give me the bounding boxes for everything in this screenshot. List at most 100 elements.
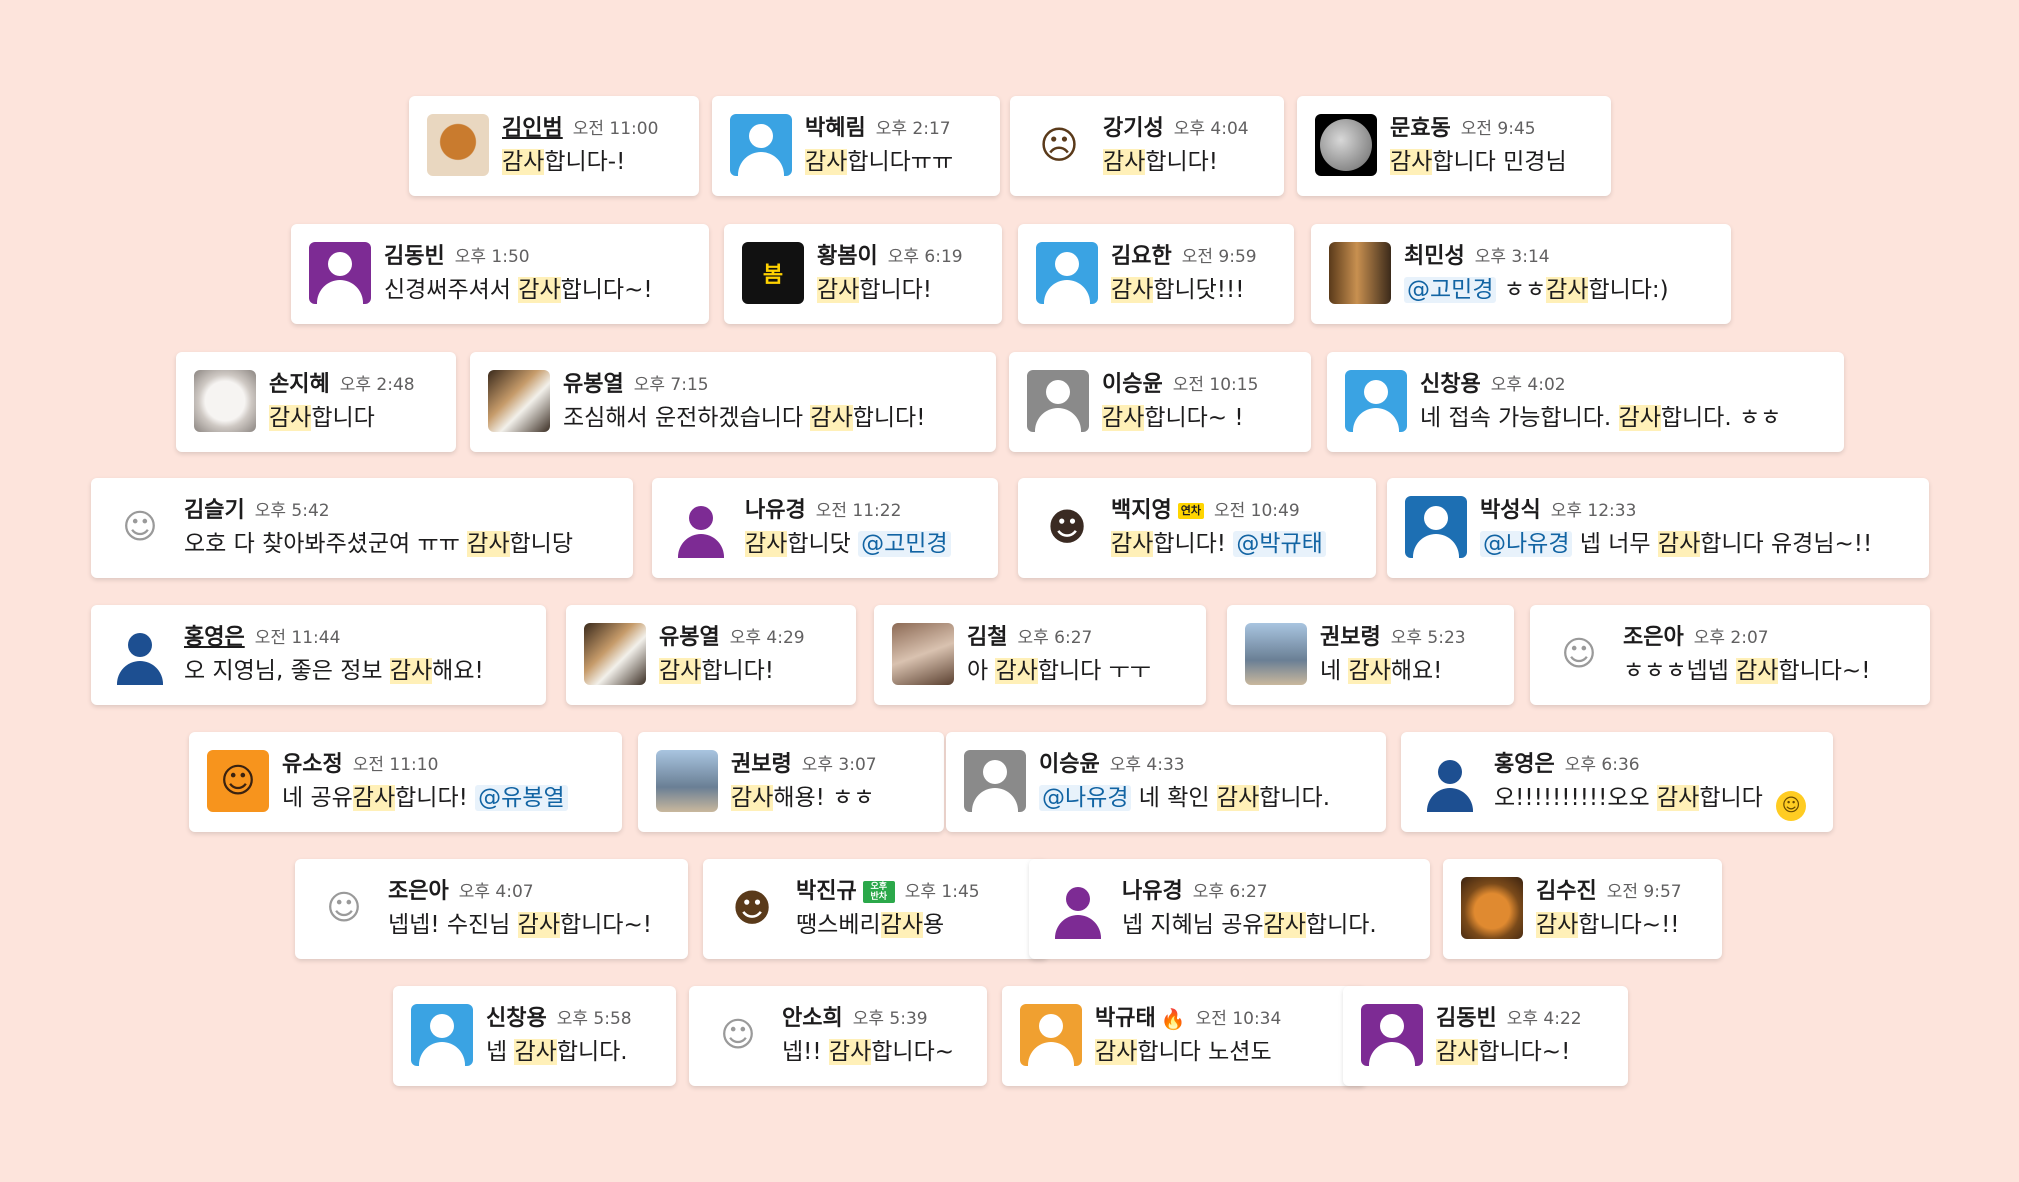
sender-name[interactable]: 유봉열: [659, 623, 720, 653]
message-card[interactable]: 김수진 오전 9:57 감사합니다~!!: [1443, 859, 1722, 959]
line-drawing-face-icon[interactable]: ☺: [1548, 623, 1610, 685]
message-card[interactable]: 김동빈 오후 4:22 감사합니다~!: [1343, 986, 1628, 1086]
sender-name[interactable]: 김요한: [1111, 242, 1172, 272]
message-card[interactable]: 이승윤 오후 4:33 @나유경 네 확인 감사합니다.: [946, 732, 1386, 832]
message-timestamp[interactable]: 오후 5:23: [1391, 623, 1466, 653]
moon-photo-icon[interactable]: [1315, 114, 1377, 176]
message-timestamp[interactable]: 오전 10:15: [1173, 370, 1259, 400]
message-card[interactable]: 나유경 오전 11:22 감사합니닷 @고민경: [652, 478, 998, 578]
message-timestamp[interactable]: 오후 4:33: [1110, 750, 1185, 780]
message-timestamp[interactable]: 오후 4:22: [1507, 1004, 1582, 1034]
sender-name[interactable]: 김인범: [502, 114, 563, 144]
message-card[interactable]: 신창용 오후 5:58 넵 감사합니다.: [393, 986, 676, 1086]
orange-cartoon-icon[interactable]: ☺: [207, 750, 269, 812]
dog-photo-icon[interactable]: [427, 114, 489, 176]
sender-name[interactable]: 이승윤: [1039, 750, 1100, 780]
message-timestamp[interactable]: 오전 10:49: [1214, 496, 1300, 526]
message-timestamp[interactable]: 오후 2:07: [1694, 623, 1769, 653]
cat-photo-icon[interactable]: [584, 623, 646, 685]
gray-user-icon[interactable]: [964, 750, 1026, 812]
cat-photo-icon[interactable]: [488, 370, 550, 432]
sender-name[interactable]: 나유경: [1122, 877, 1183, 907]
sender-name[interactable]: 홍영은: [1494, 750, 1555, 780]
sender-name[interactable]: 박혜림: [805, 114, 866, 144]
gray-user-icon[interactable]: [1027, 370, 1089, 432]
message-timestamp[interactable]: 오후 6:27: [1017, 623, 1092, 653]
default-user-icon[interactable]: [1345, 370, 1407, 432]
message-card[interactable]: 나유경 오후 6:27 넵 지혜님 공유감사합니다.: [1029, 859, 1430, 959]
message-card[interactable]: 유봉열 오후 7:15 조심해서 운전하겠습니다 감사합니다!: [470, 352, 996, 452]
people-photo-icon[interactable]: [892, 623, 954, 685]
navy-person-icon[interactable]: [1419, 750, 1481, 812]
blue-user-icon[interactable]: [1405, 496, 1467, 558]
message-timestamp[interactable]: 오전 10:34: [1196, 1004, 1282, 1034]
message-card[interactable]: ☺ 조은아 오후 4:07 넵넵! 수진님 감사합니다~!: [295, 859, 688, 959]
user-mention-link[interactable]: @나유경: [1480, 531, 1573, 557]
line-drawing-face-icon[interactable]: ☺: [313, 877, 375, 939]
dog-street-photo-icon[interactable]: [656, 750, 718, 812]
sender-name[interactable]: 안소희: [782, 1004, 843, 1034]
message-timestamp[interactable]: 오전 11:10: [353, 750, 439, 780]
message-timestamp[interactable]: 오후 1:50: [455, 242, 530, 272]
sender-name[interactable]: 박진규: [796, 877, 857, 907]
message-card[interactable]: ☹ 강기성 오후 4:04 감사합니다!: [1010, 96, 1284, 196]
message-card[interactable]: ☺ 조은아 오후 2:07 ㅎㅎㅎ넵넵 감사합니다~!: [1530, 605, 1930, 705]
message-card[interactable]: 신창용 오후 4:02 네 접속 가능합니다. 감사합니다. ㅎㅎ: [1327, 352, 1844, 452]
sender-name[interactable]: 백지영: [1111, 496, 1172, 526]
message-card[interactable]: 권보령 오후 5:23 네 감사해요!: [1227, 605, 1514, 705]
sender-name[interactable]: 조은아: [388, 877, 449, 907]
message-card[interactable]: 손지혜 오후 2:48 감사합니다: [176, 352, 456, 452]
message-timestamp[interactable]: 오후 5:58: [557, 1004, 632, 1034]
orange-user-icon[interactable]: [1020, 1004, 1082, 1066]
user-mention-link[interactable]: @나유경: [1039, 785, 1132, 811]
sender-name[interactable]: 박규태: [1095, 1004, 1156, 1034]
sender-name[interactable]: 이승윤: [1102, 370, 1163, 400]
message-timestamp[interactable]: 오후 4:04: [1174, 114, 1249, 144]
message-card[interactable]: ☺ 안소희 오후 5:39 넵!! 감사합니다~: [689, 986, 987, 1086]
sender-name[interactable]: 박성식: [1480, 496, 1541, 526]
message-timestamp[interactable]: 오후 1:45: [905, 877, 980, 907]
cartoon-girl-icon[interactable]: ☻: [1036, 496, 1098, 558]
message-timestamp[interactable]: 오전 9:57: [1607, 877, 1682, 907]
message-card[interactable]: 홍영은 오후 6:36 오!!!!!!!!!!오오 감사합니다 ☺: [1401, 732, 1833, 832]
sender-name[interactable]: 신창용: [1420, 370, 1481, 400]
message-timestamp[interactable]: 오후 6:19: [888, 242, 963, 272]
sender-name[interactable]: 김철: [967, 623, 1007, 653]
purple-user-icon[interactable]: [309, 242, 371, 304]
sender-name[interactable]: 신창용: [486, 1004, 547, 1034]
message-card[interactable]: 홍영은 오전 11:44 오 지영님, 좋은 정보 감사해요!: [91, 605, 546, 705]
message-card[interactable]: 김인범 오전 11:00 감사합니다-!: [409, 96, 699, 196]
fluffy-dog-photo-icon[interactable]: [194, 370, 256, 432]
message-card[interactable]: ☻ 박진규 오후 반차 오후 1:45 땡스베리감사용: [703, 859, 1048, 959]
message-timestamp[interactable]: 오후 6:27: [1193, 877, 1268, 907]
default-user-icon[interactable]: [1036, 242, 1098, 304]
user-mention-link[interactable]: @박규태: [1233, 531, 1326, 557]
message-card[interactable]: ☻ 백지영 연차 오전 10:49 감사합니다! @박규태: [1018, 478, 1376, 578]
message-card[interactable]: ☺ 김슬기 오후 5:42 오호 다 찾아봐주셨군여 ㅠㅠ 감사합니당: [91, 478, 633, 578]
sender-name[interactable]: 황봄이: [817, 242, 878, 272]
message-timestamp[interactable]: 오후 12:33: [1551, 496, 1637, 526]
message-card[interactable]: 김요한 오전 9:59 감사합니닷!!!: [1018, 224, 1294, 324]
sender-name[interactable]: 권보령: [731, 750, 792, 780]
message-timestamp[interactable]: 오후 3:14: [1475, 242, 1550, 272]
message-timestamp[interactable]: 오후 6:36: [1565, 750, 1640, 780]
garfield-photo-icon[interactable]: [1461, 877, 1523, 939]
sender-name[interactable]: 김동빈: [1436, 1004, 1497, 1034]
message-timestamp[interactable]: 오전 9:45: [1461, 114, 1536, 144]
message-timestamp[interactable]: 오전 11:22: [816, 496, 902, 526]
message-timestamp[interactable]: 오후 4:07: [459, 877, 534, 907]
user-mention-link[interactable]: @고민경: [1404, 277, 1497, 303]
user-mention-link[interactable]: @유봉열: [475, 785, 568, 811]
message-card[interactable]: 이승윤 오전 10:15 감사합니다~ !: [1009, 352, 1311, 452]
message-timestamp[interactable]: 오후 5:39: [853, 1004, 928, 1034]
message-timestamp[interactable]: 오전 9:59: [1182, 242, 1257, 272]
line-drawing-face-icon[interactable]: ☺: [707, 1004, 769, 1066]
sender-name[interactable]: 홍영은: [184, 623, 245, 653]
dog-street-photo-icon[interactable]: [1245, 623, 1307, 685]
default-user-icon[interactable]: [411, 1004, 473, 1066]
sender-name[interactable]: 문효동: [1390, 114, 1451, 144]
message-timestamp[interactable]: 오후 2:48: [340, 370, 415, 400]
message-timestamp[interactable]: 오전 11:00: [573, 114, 659, 144]
navy-person-icon[interactable]: [109, 623, 171, 685]
birds-photo-icon[interactable]: [1329, 242, 1391, 304]
